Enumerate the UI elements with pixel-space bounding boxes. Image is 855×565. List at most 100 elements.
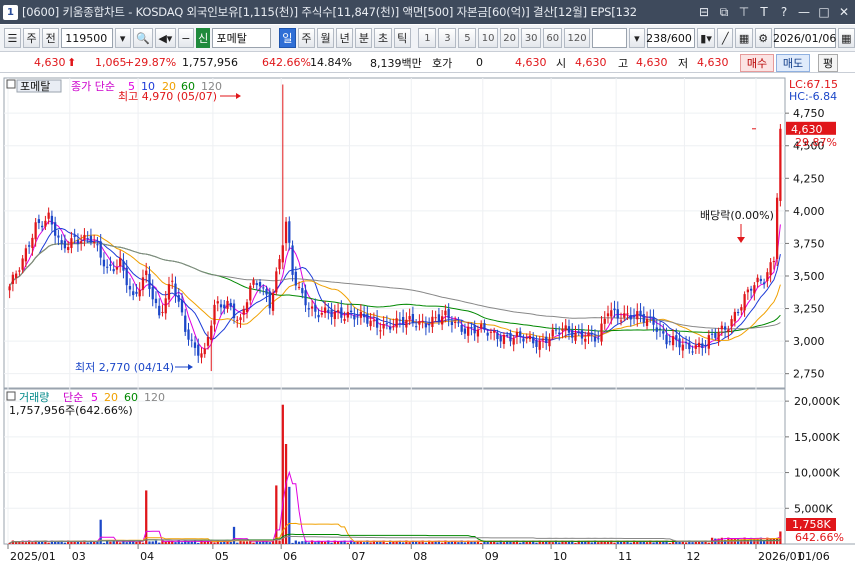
stock-code-input[interactable]: 119500 — [61, 28, 113, 48]
tab-day[interactable]: 일 — [278, 28, 296, 48]
candle-body — [730, 319, 733, 327]
volume-bar — [590, 542, 593, 544]
candle-body — [245, 302, 249, 313]
minute-option-60[interactable]: 60 — [542, 28, 563, 48]
copy-window-icon[interactable]: ⧉ — [715, 3, 733, 21]
candle-body — [571, 329, 574, 338]
candle-body — [662, 331, 665, 334]
tab-year[interactable]: 년 — [336, 28, 354, 48]
minute-option-1[interactable]: 1 — [418, 28, 437, 48]
maximize-icon[interactable]: □ — [815, 3, 833, 21]
volume-bar — [190, 541, 193, 544]
candle-body — [291, 245, 294, 275]
minute-option-30[interactable]: 30 — [521, 28, 541, 48]
candle-body — [219, 304, 223, 308]
candle-body — [701, 343, 704, 349]
candle-body — [401, 317, 405, 325]
custom-period-input[interactable] — [591, 28, 627, 48]
volume-bar — [314, 542, 317, 544]
period-dropdown-icon[interactable]: ▾ — [628, 28, 645, 48]
volume-bar — [301, 541, 304, 544]
price-tick-label: 3,750 — [793, 237, 825, 250]
candle-body — [632, 316, 636, 318]
candle-body — [645, 319, 649, 326]
volume-bar — [268, 542, 271, 544]
evaluation-button[interactable]: 평 — [818, 54, 838, 72]
minute-option-120[interactable]: 120 — [564, 28, 590, 48]
candle-body — [281, 245, 284, 263]
calendar-icon[interactable]: ▦ — [837, 28, 855, 48]
candle-body — [369, 320, 372, 327]
minute-option-10[interactable]: 10 — [478, 28, 498, 48]
text-icon[interactable]: T — [755, 3, 773, 21]
pin-icon[interactable]: ⊤ — [735, 3, 753, 21]
candle-body — [385, 323, 389, 325]
month-tick-label: 2026/01 — [758, 550, 804, 563]
tab-week[interactable]: 주 — [297, 28, 315, 48]
tab-second[interactable]: 초 — [374, 28, 392, 48]
candle-body — [14, 273, 18, 278]
candle-body — [314, 304, 317, 312]
window-number-badge: 1 — [3, 4, 18, 20]
volume-bar — [164, 541, 167, 544]
low-value: 4,630 — [697, 56, 729, 69]
tile-icon[interactable]: ⊟ — [695, 3, 713, 21]
candle-body — [483, 323, 486, 330]
candle-body — [128, 286, 132, 290]
candle-body — [86, 238, 89, 240]
candle-body — [223, 304, 226, 309]
help-icon[interactable]: ? — [775, 3, 793, 21]
prev-button[interactable]: 전 — [42, 28, 60, 48]
volume-bar — [213, 542, 216, 544]
sell-button[interactable]: 매도 — [776, 54, 810, 72]
price-tick-label: 4,750 — [793, 107, 825, 120]
menu-grid-icon[interactable]: ☰ — [4, 28, 21, 48]
minus-icon[interactable]: − — [177, 28, 194, 48]
candle-body — [457, 322, 460, 324]
draw-line-icon[interactable]: ╱ — [717, 28, 734, 48]
minute-option-5[interactable]: 5 — [458, 28, 477, 48]
candle-body — [41, 225, 44, 228]
volume-bar — [606, 541, 610, 544]
settings-icon[interactable]: ⚙ — [754, 28, 772, 48]
candle-body — [164, 298, 167, 314]
candle-body — [496, 332, 499, 340]
minimize-icon[interactable]: — — [795, 3, 813, 21]
vol-ma-legend-20: 20 — [104, 391, 118, 404]
stock-chart[interactable]: 2,7503,0003,2503,5003,7504,0004,2504,500… — [0, 74, 855, 565]
volume-bar — [567, 541, 571, 544]
volume-bar — [232, 526, 236, 544]
chart-type-icon[interactable]: ▮▾ — [696, 28, 716, 48]
date-input[interactable]: 2026/01/06 — [773, 28, 836, 48]
min-price-annotation: 최저 2,770 (04/14) — [75, 361, 174, 374]
volume-bar — [297, 541, 301, 544]
grid-icon[interactable]: ▦ — [735, 28, 753, 48]
volume-bar — [203, 541, 206, 544]
tab-tick[interactable]: 틱 — [393, 28, 411, 48]
candle-body — [736, 312, 740, 314]
candle-body — [226, 300, 229, 309]
tab-minute[interactable]: 분 — [355, 28, 373, 48]
candle-body — [704, 345, 707, 347]
chart-area[interactable]: 2,750 3,000 3,250 3,500 3,750 4,000 4,250 4,500… — [0, 74, 855, 565]
code-dropdown-icon[interactable]: ▾ — [114, 28, 131, 48]
candle-body — [476, 329, 480, 337]
minute-option-20[interactable]: 20 — [499, 28, 520, 48]
close-icon[interactable]: ✕ — [835, 3, 853, 21]
candle-body — [89, 235, 93, 243]
candle-body — [707, 335, 710, 349]
sound-icon[interactable]: ◀▾ — [155, 28, 176, 48]
candle-body — [154, 298, 158, 304]
candle-body — [132, 291, 135, 296]
buy-button[interactable]: 매수 — [740, 54, 774, 72]
search-icon[interactable]: 🔍 — [132, 28, 154, 48]
candle-body — [239, 317, 242, 321]
volume-pane-title: 거래량 — [19, 391, 49, 404]
tab-month[interactable]: 월 — [317, 28, 335, 48]
volume-bar — [580, 541, 584, 544]
bar-count-field[interactable]: 238/600 — [646, 28, 695, 48]
candle-body — [135, 291, 138, 294]
main-button[interactable]: 주 — [22, 28, 41, 48]
minute-option-3[interactable]: 3 — [438, 28, 457, 48]
candle-body — [271, 292, 275, 311]
